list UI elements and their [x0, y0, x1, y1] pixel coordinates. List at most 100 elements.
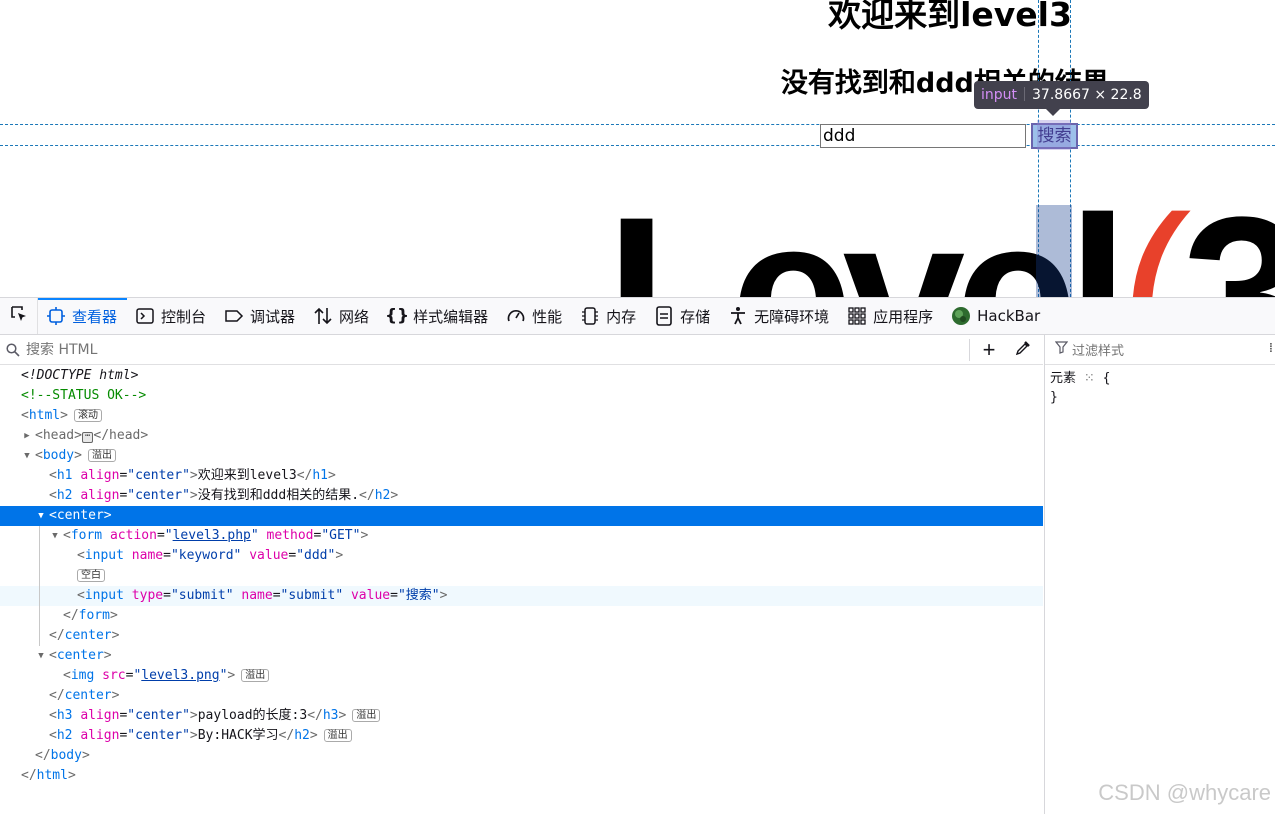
overflow-badge[interactable]: 溢出 [241, 669, 270, 682]
search-submit-button[interactable]: 搜索 [1031, 123, 1078, 149]
tree-line-body-close[interactable]: </body> [0, 746, 1043, 766]
tab-label: 调试器 [250, 307, 296, 326]
csdn-watermark: CSDN @whycare [1098, 780, 1271, 805]
tree-line-body[interactable]: ▼ <body> 溢出 [0, 446, 1043, 466]
tree-line-html[interactable]: <html> 滚动 [0, 406, 1043, 426]
tree-line-center2-close[interactable]: </center> [0, 686, 1043, 706]
keyword-input[interactable] [820, 124, 1026, 148]
text-node: 欢迎来到level3 [197, 468, 297, 483]
collapsed-ellipsis[interactable]: ⋯ [81, 432, 94, 443]
overflow-badge[interactable]: 溢出 [352, 709, 381, 722]
overflow-badge[interactable]: 溢出 [323, 729, 352, 742]
markup-tree: <!DOCTYPE html> <!--STATUS OK--> <html> 滚… [0, 366, 1043, 814]
tree-line-form-close[interactable]: </form> [0, 606, 1043, 626]
color-picker-button[interactable] [1012, 339, 1034, 361]
tab-network[interactable]: 网络 [305, 298, 379, 334]
tab-label: 无障碍环境 [754, 307, 830, 326]
tree-line-h2[interactable]: <h2 align="center">没有找到和ddd相关的结果.</h2> [0, 486, 1043, 506]
tree-line-center2[interactable]: ▼ <center> [0, 646, 1043, 666]
memory-icon [580, 306, 600, 326]
panel-menu-icon[interactable]: ⁞ [1269, 341, 1273, 356]
tab-label: 控制台 [161, 307, 207, 326]
filter-icon [1054, 341, 1069, 358]
tag-name: center [64, 688, 112, 703]
tag-name: h2 [56, 728, 73, 743]
collapse-arrow-icon[interactable]: ▼ [35, 506, 47, 526]
tree-line-form[interactable]: ▼ <form action="level3.php" method="GET"> [0, 526, 1043, 546]
tag-name: center [56, 648, 104, 663]
attr-name: value [350, 588, 391, 603]
tab-label: 网络 [339, 307, 370, 326]
logo-word: Level [606, 171, 1129, 297]
add-node-button[interactable]: + [977, 337, 1001, 362]
attr-name: method [266, 528, 314, 543]
tab-accessibility[interactable]: 无障碍环境 [720, 298, 839, 334]
logo-number: 3 [1181, 171, 1275, 297]
tree-line-whitespace[interactable]: 空白 [0, 566, 1043, 586]
devtools-panel: 查看器 控制台 调试器 网络 {} 样式编辑器 性能 内存 存储 无障碍环境 应… [0, 297, 1275, 814]
highlighter-guide-top [0, 124, 1275, 125]
tree-line-h3[interactable]: <h3 align="center">payload的长度:3</h3> 溢出 [0, 706, 1043, 726]
tree-line-head[interactable]: ▶ <head> ⋯ </head> [0, 426, 1043, 446]
tag-name: h2 [374, 488, 391, 503]
search-icon [0, 342, 26, 357]
collapse-arrow-icon[interactable]: ▼ [49, 526, 61, 546]
html-search-bar: + [0, 335, 1043, 365]
tab-console[interactable]: 控制台 [127, 298, 216, 334]
logo-paren: ( [1118, 171, 1192, 297]
tab-inspector[interactable]: 查看器 [38, 298, 128, 334]
collapse-arrow-icon[interactable]: ▼ [21, 446, 33, 466]
tree-line-center-close[interactable]: </center> [0, 626, 1043, 646]
tree-line-doctype[interactable]: <!DOCTYPE html> [0, 366, 1043, 386]
overflow-badge[interactable]: 溢出 [87, 449, 116, 462]
attr-name: value [249, 548, 289, 563]
devtools-toolbar: 查看器 控制台 调试器 网络 {} 样式编辑器 性能 内存 存储 无障碍环境 应… [0, 298, 1275, 335]
performance-icon [506, 306, 526, 326]
tree-line-input-keyword[interactable]: <input name="keyword" value="ddd"> [0, 546, 1043, 566]
whitespace-badge[interactable]: 空白 [77, 569, 105, 582]
tab-hackbar[interactable]: HackBar [943, 298, 1050, 334]
text-node: 没有找到和ddd相关的结果. [197, 488, 360, 503]
rule-grid-icon[interactable]: ⁙ [1084, 371, 1095, 386]
tree-line-h2b[interactable]: <h2 align="center">By:HACK学习</h2> 溢出 [0, 726, 1043, 746]
attr-value: "搜索" [397, 588, 440, 603]
page-viewport: 欢迎来到level3 没有找到和ddd相关的结果. 搜索 Level(3 inp… [0, 0, 1275, 297]
tab-storage[interactable]: 存储 [646, 298, 720, 334]
scroll-badge[interactable]: 滚动 [73, 409, 102, 422]
expand-arrow-icon[interactable]: ▶ [21, 426, 33, 446]
tab-style-editor[interactable]: {} 样式编辑器 [379, 298, 498, 334]
tab-debugger[interactable]: 调试器 [216, 298, 305, 334]
tree-line-input-submit[interactable]: <input type="submit" name="submit" value… [0, 586, 1043, 606]
tree-line-center-selected[interactable]: ▼ <center> [0, 506, 1043, 526]
page-heading-h1: 欢迎来到level3 [828, 0, 1072, 34]
collapse-arrow-icon[interactable]: ▼ [35, 646, 47, 666]
attr-value: "center" [127, 468, 190, 483]
text-node: payload的长度:3 [197, 708, 308, 723]
element-rule: 元素 ⁙ { } [1045, 365, 1275, 411]
tree-line-comment[interactable]: <!--STATUS OK--> [0, 386, 1043, 406]
toolbar-divider [969, 339, 970, 361]
action-link[interactable]: level3.php [173, 528, 251, 543]
tag-name: h2 [294, 728, 310, 743]
html-search-input[interactable] [26, 341, 956, 358]
tree-line-html-close[interactable]: </html> [0, 766, 1043, 786]
tree-line-h1[interactable]: <h1 align="center">欢迎来到level3</h1> [0, 466, 1043, 486]
rule-open-brace: { [1102, 371, 1111, 386]
attr-value: "submit" [280, 588, 344, 603]
attr-value: "ddd" [296, 548, 336, 563]
tab-performance[interactable]: 性能 [498, 298, 572, 334]
src-link[interactable]: level3.png [141, 668, 219, 683]
inspector-icon [46, 306, 66, 326]
attr-value: "submit" [170, 588, 234, 603]
tab-memory[interactable]: 内存 [572, 298, 646, 334]
tab-label: 内存 [606, 307, 637, 326]
tab-application[interactable]: 应用程序 [839, 298, 943, 334]
filter-styles-bar[interactable]: 过滤样式 ⁞ [1045, 335, 1275, 365]
debugger-icon [224, 306, 244, 326]
rule-selector: 元素 [1050, 371, 1077, 386]
tree-line-img[interactable]: <img src="level3.png"> 溢出 [0, 666, 1043, 686]
attr-name: name [131, 548, 164, 563]
level3-logo-image: Level(3 [606, 184, 1275, 297]
attr-value: "GET" [321, 528, 361, 543]
element-picker-button[interactable] [0, 298, 38, 334]
